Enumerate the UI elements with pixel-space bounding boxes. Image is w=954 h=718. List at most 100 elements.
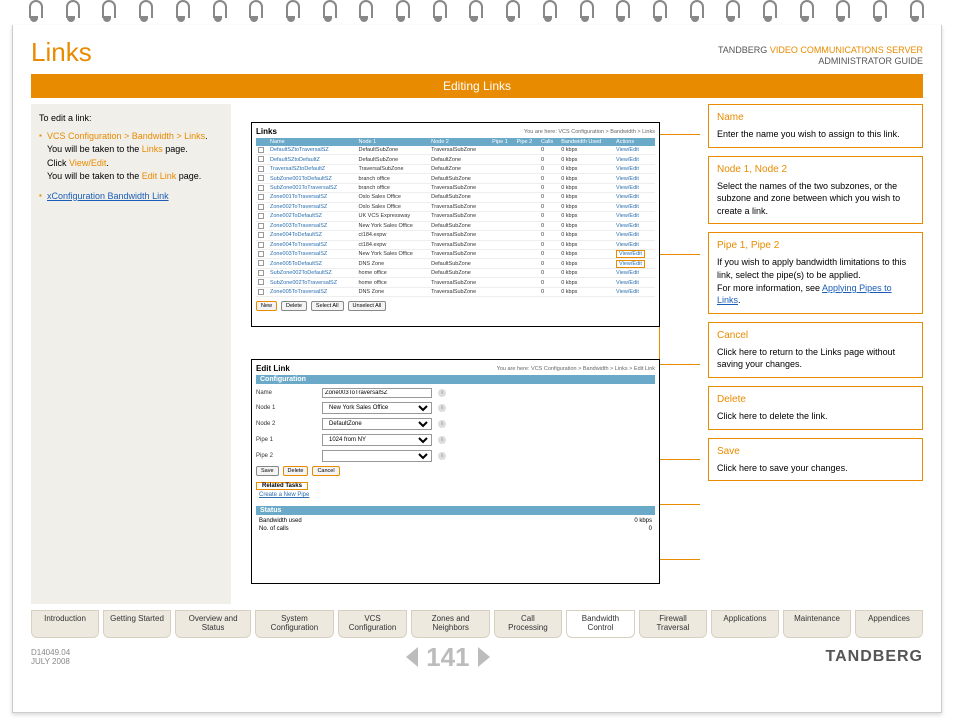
view-edit-link[interactable]: View/Edit	[614, 212, 655, 221]
table-row: Zone004ToDefaultSZct184.expwTraversalSub…	[256, 231, 655, 240]
pager: 141	[406, 642, 489, 673]
info-icon[interactable]: i	[438, 389, 446, 397]
nav-tab[interactable]: Applications	[711, 610, 779, 638]
links-panel-crumb: You are here: VCS Configuration > Bandwi…	[524, 129, 655, 135]
next-arrow-icon[interactable]	[478, 647, 490, 667]
select-node1[interactable]: New York Sales Office	[322, 402, 432, 414]
new-button[interactable]: New	[256, 301, 277, 311]
prev-arrow-icon[interactable]	[406, 647, 418, 667]
view-edit-link[interactable]: View/Edit	[614, 193, 655, 202]
config-section-head: Configuration	[256, 375, 655, 384]
connector	[660, 254, 700, 255]
table-row: Zone002ToDefaultSZUK VCS ExpresswayTrave…	[256, 212, 655, 221]
view-edit-link[interactable]: View/Edit	[614, 240, 655, 249]
callouts-column: Name Enter the name you wish to assign t…	[708, 104, 923, 604]
label-name: Name	[256, 390, 316, 396]
connector	[660, 504, 700, 505]
nav-path: VCS Configuration > Bandwidth > Links	[47, 131, 205, 141]
info-icon[interactable]: i	[438, 420, 446, 428]
editlink-crumb: You are here: VCS Configuration > Bandwi…	[497, 366, 655, 372]
table-row: Zone002ToTraversalSZOslo Sales OfficeTra…	[256, 202, 655, 211]
select-node2[interactable]: DefaultZone	[322, 418, 432, 430]
table-row: DefaultSZtoDefaultZDefaultSubZoneDefault…	[256, 155, 655, 164]
delete-button[interactable]: Delete	[283, 466, 309, 476]
selectall-button[interactable]: Select All	[311, 301, 344, 311]
header-guide: ADMINISTRATOR GUIDE	[818, 56, 923, 66]
label-pipe1: Pipe 1	[256, 437, 316, 443]
nav-tab[interactable]: Bandwidth Control	[566, 610, 635, 638]
row-checkbox[interactable]	[258, 251, 264, 257]
label-node2: Node 2	[256, 421, 316, 427]
view-edit-link[interactable]: View/Edit	[614, 183, 655, 192]
info-icon[interactable]: i	[438, 436, 446, 444]
spiral-binding	[25, 0, 924, 25]
callout-delete: Delete Click here to delete the link.	[708, 386, 923, 430]
view-edit-link[interactable]: View/Edit	[614, 249, 655, 258]
view-edit-link[interactable]: View/Edit	[614, 174, 655, 183]
related-section-head: Related Tasks	[259, 482, 305, 490]
table-row: SubZone002ToDefaultSZhome officeDefaultS…	[256, 268, 655, 277]
xconfig-link[interactable]: xConfiguration Bandwidth Link	[47, 191, 169, 201]
page-header: Links TANDBERG VIDEO COMMUNICATIONS SERV…	[31, 37, 923, 68]
row-checkbox[interactable]	[258, 213, 264, 219]
callout-nodes: Node 1, Node 2 Select the names of the t…	[708, 156, 923, 225]
header-product: VIDEO COMMUNICATIONS SERVER	[770, 45, 923, 55]
callout-cancel: Cancel Click here to return to the Links…	[708, 322, 923, 378]
row-checkbox[interactable]	[258, 232, 264, 238]
orange-bar-top: Editing Links	[31, 74, 923, 98]
unselectall-button[interactable]: Unselect All	[348, 301, 387, 311]
nav-tab[interactable]: VCS Configuration	[338, 610, 408, 638]
save-button[interactable]: Save	[256, 466, 279, 476]
select-pipe1[interactable]: 1024 from NY	[322, 434, 432, 446]
row-checkbox[interactable]	[258, 194, 264, 200]
row-checkbox[interactable]	[258, 156, 264, 162]
row-checkbox[interactable]	[258, 175, 264, 181]
info-icon[interactable]: i	[438, 404, 446, 412]
view-edit-link[interactable]: View/Edit	[614, 259, 655, 268]
nav-tab[interactable]: Introduction	[31, 610, 99, 638]
view-edit-link[interactable]: View/Edit	[614, 164, 655, 173]
row-checkbox[interactable]	[258, 204, 264, 210]
input-name[interactable]	[322, 388, 432, 398]
row-checkbox[interactable]	[258, 185, 264, 191]
connector	[660, 559, 700, 560]
status-section-head: Status	[256, 506, 655, 515]
connector	[660, 364, 700, 365]
view-edit-link[interactable]: View/Edit	[614, 146, 655, 155]
create-pipe-link[interactable]: Create a New Pipe	[256, 492, 309, 498]
view-edit-link[interactable]: View/Edit	[614, 202, 655, 211]
view-edit-link[interactable]: View/Edit	[614, 278, 655, 287]
row-checkbox[interactable]	[258, 147, 264, 153]
nav-tab[interactable]: Getting Started	[103, 610, 171, 638]
cancel-button[interactable]: Cancel	[312, 466, 339, 476]
nav-tab[interactable]: Overview and Status	[175, 610, 251, 638]
nav-tab[interactable]: System Configuration	[255, 610, 333, 638]
callout-name: Name Enter the name you wish to assign t…	[708, 104, 923, 148]
main-content: To edit a link: VCS Configuration > Band…	[31, 104, 923, 604]
table-row: Zone005ToTraversalSZDNS ZoneTraversalSub…	[256, 287, 655, 296]
nav-tab[interactable]: Firewall Traversal	[639, 610, 707, 638]
info-icon[interactable]: i	[438, 452, 446, 460]
row-checkbox[interactable]	[258, 289, 264, 295]
row-checkbox[interactable]	[258, 260, 264, 266]
view-edit-link[interactable]: View/Edit	[614, 231, 655, 240]
select-pipe2[interactable]	[322, 450, 432, 462]
nav-tab[interactable]: Appendices	[855, 610, 923, 638]
header-company: TANDBERG	[718, 45, 767, 55]
row-checkbox[interactable]	[258, 279, 264, 285]
table-row: TraversalSZtoDefaultZTraversalSubZoneDef…	[256, 164, 655, 173]
nav-tab[interactable]: Call Processing	[494, 610, 562, 638]
view-edit-link[interactable]: View/Edit	[614, 155, 655, 164]
nav-tab[interactable]: Maintenance	[783, 610, 851, 638]
view-edit-link[interactable]: View/Edit	[614, 221, 655, 230]
nav-tab[interactable]: Zones and Neighbors	[411, 610, 489, 638]
row-checkbox[interactable]	[258, 223, 264, 229]
status-calls-label: No. of calls	[259, 526, 289, 532]
view-edit-link[interactable]: View/Edit	[614, 287, 655, 296]
row-checkbox[interactable]	[258, 166, 264, 172]
delete-button[interactable]: Delete	[281, 301, 307, 311]
row-checkbox[interactable]	[258, 270, 264, 276]
row-checkbox[interactable]	[258, 242, 264, 248]
label-node1: Node 1	[256, 405, 316, 411]
view-edit-link[interactable]: View/Edit	[614, 268, 655, 277]
